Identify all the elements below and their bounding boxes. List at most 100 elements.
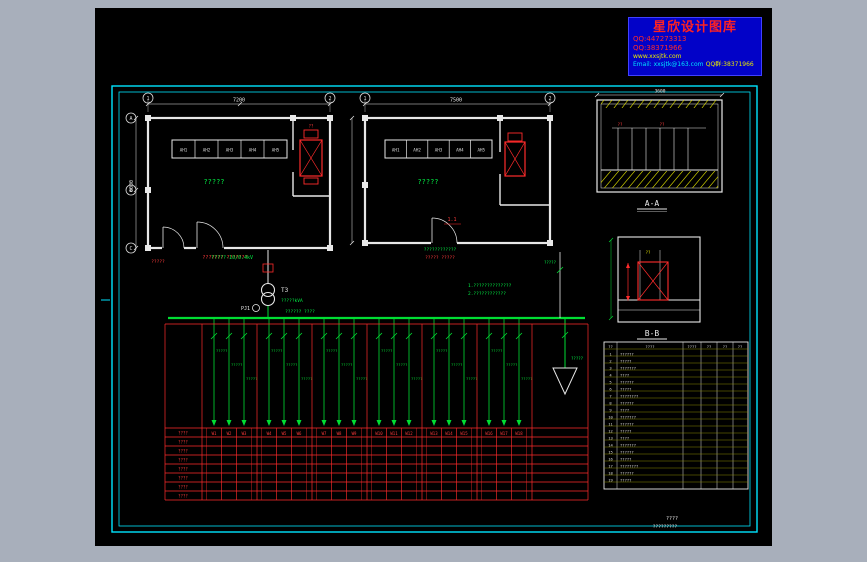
feeder-label: ????? xyxy=(436,348,447,353)
axis-bubble-label: 1 xyxy=(146,96,149,102)
equip-row-no: 5 xyxy=(609,380,611,385)
dim-text-top: 7200 xyxy=(233,98,245,104)
equip-row-name: ?????? xyxy=(620,471,634,476)
room-label-right: ????? xyxy=(417,178,438,186)
circuit-label: W8 xyxy=(337,431,342,436)
riser-note: ????? xyxy=(544,260,557,265)
panel-label: AH3 xyxy=(226,148,234,153)
equip-header: ???? xyxy=(645,344,654,349)
watermark-box: 星欣设计图库 QQ:447273313 QQ:38371966 www.xxsj… xyxy=(628,17,762,76)
schedule-row-label: ???? xyxy=(178,440,188,445)
circuit-label: W2 xyxy=(227,431,232,436)
equip-row-no: 19 xyxy=(608,478,613,483)
titleblock-line2: ????????? xyxy=(653,524,678,530)
feeder-label: ????? xyxy=(271,348,282,353)
equip-header: ?? xyxy=(707,344,712,349)
panel-label: AH2 xyxy=(203,148,211,153)
feeder-label: ????? xyxy=(381,348,392,353)
watermark-web: www.xxsjtk.com xyxy=(633,52,682,60)
schedule-row-label: ???? xyxy=(178,458,188,463)
circuit-label: W17 xyxy=(500,431,508,436)
section-a-dim: 3600 xyxy=(655,89,666,95)
incoming-note: ?????-10/0.4kV xyxy=(211,255,253,261)
feeder-label: ????? xyxy=(521,376,532,381)
equip-row-name: ???? xyxy=(620,373,629,378)
equip-row-name: ?????? xyxy=(620,352,634,357)
circuit-label: W12 xyxy=(405,431,413,436)
cad-drawing-svg: 7200 6000 ????? ??????? ??????? ????? ?? xyxy=(95,8,772,546)
column xyxy=(145,187,151,193)
circuit-label: W10 xyxy=(375,431,383,436)
titleblock-line1: ???? xyxy=(666,516,678,522)
column xyxy=(362,240,368,246)
circuit-label: W4 xyxy=(267,431,272,436)
feeder-label: ????? xyxy=(356,376,367,381)
panel-label: AH5 xyxy=(478,148,486,153)
column xyxy=(362,182,368,188)
equip-row-name: ??????? xyxy=(620,443,636,448)
schematic-note-2: 2.???????????? xyxy=(468,291,506,297)
equip-row-no: 11 xyxy=(608,422,613,427)
equip-row-no: 14 xyxy=(608,443,613,448)
transformer-spec: ?????kVA xyxy=(281,298,303,304)
circuit-label: W6 xyxy=(297,431,302,436)
equip-row-no: 10 xyxy=(608,415,613,420)
schematic-note-1: 1.?????????????? xyxy=(468,283,512,289)
equip-row-no: 16 xyxy=(608,457,613,462)
watermark-qq1: QQ:447273313 xyxy=(633,35,687,44)
axis-bubble-label: 2 xyxy=(328,96,331,102)
capacitor-note: ????? xyxy=(571,356,584,361)
equip-row-name: ??????? xyxy=(620,415,636,420)
equip-header: ?? xyxy=(608,344,613,349)
panel-label: AH5 xyxy=(272,148,280,153)
schedule-row-label: ???? xyxy=(178,431,188,436)
panel-label: AH3 xyxy=(435,148,443,153)
watermark-email: Email: xxsjtk@163.com xyxy=(633,61,704,69)
section-a-mark: ?? xyxy=(660,122,665,127)
equip-row-name: ?????? xyxy=(620,422,634,427)
axis-bubble-label: A xyxy=(129,116,132,122)
column xyxy=(547,115,553,121)
equip-row-name: ???? xyxy=(620,408,629,413)
feeder-label: ????? xyxy=(301,376,312,381)
equip-row-name: ????? xyxy=(620,359,631,364)
feeder-label: ????? xyxy=(286,362,297,367)
circuit-label: W14 xyxy=(445,431,453,436)
circuit-label: W3 xyxy=(242,431,247,436)
door-gap xyxy=(431,240,457,246)
feeder-label: ????? xyxy=(491,348,502,353)
circuit-label: W18 xyxy=(515,431,523,436)
watermark-qq2: QQ:38371966 xyxy=(633,43,683,52)
equip-header: ?? xyxy=(738,344,743,349)
schedule-row-label: ???? xyxy=(178,485,188,490)
feeder-label: ????? xyxy=(396,362,407,367)
column xyxy=(145,245,151,251)
equip-row-name: ???????? xyxy=(620,394,638,399)
feeder-label: ????? xyxy=(231,362,242,367)
equip-header: ???? xyxy=(687,344,696,349)
equip-row-name: ?????? xyxy=(620,380,634,385)
watermark-email-row: Email: xxsjtk@163.com QQ群:38371966 xyxy=(633,60,757,68)
schedule-row-label: ???? xyxy=(178,467,188,472)
viewer-background: 7200 6000 ????? ??????? ??????? ????? ?? xyxy=(0,0,867,562)
equip-row-name: ????? xyxy=(620,478,631,483)
column xyxy=(547,240,553,246)
equip-row-name: ?????? xyxy=(620,450,634,455)
axis-bubble-label: C xyxy=(129,246,132,252)
column xyxy=(327,245,333,251)
meter-tag: PJ1 xyxy=(241,306,250,312)
equip-row-name: ???????? xyxy=(620,464,638,469)
feeder-label: ????? xyxy=(341,362,352,367)
room-label-left: ????? xyxy=(203,178,224,186)
feeder-label: ????? xyxy=(326,348,337,353)
door-gap xyxy=(162,245,184,251)
circuit-label: W13 xyxy=(430,431,438,436)
axis-bubble-label: B xyxy=(129,188,132,194)
watermark-tail: QQ群:38371966 xyxy=(705,61,754,69)
equip-row-no: 7 xyxy=(609,394,611,399)
circuit-label: W5 xyxy=(282,431,287,436)
bus-note: ?????? ???? xyxy=(285,309,315,315)
feeder-label: ????? xyxy=(411,376,422,381)
plan-left-corner-note: ????? xyxy=(151,259,165,265)
section-a-mark: ?? xyxy=(618,122,623,127)
